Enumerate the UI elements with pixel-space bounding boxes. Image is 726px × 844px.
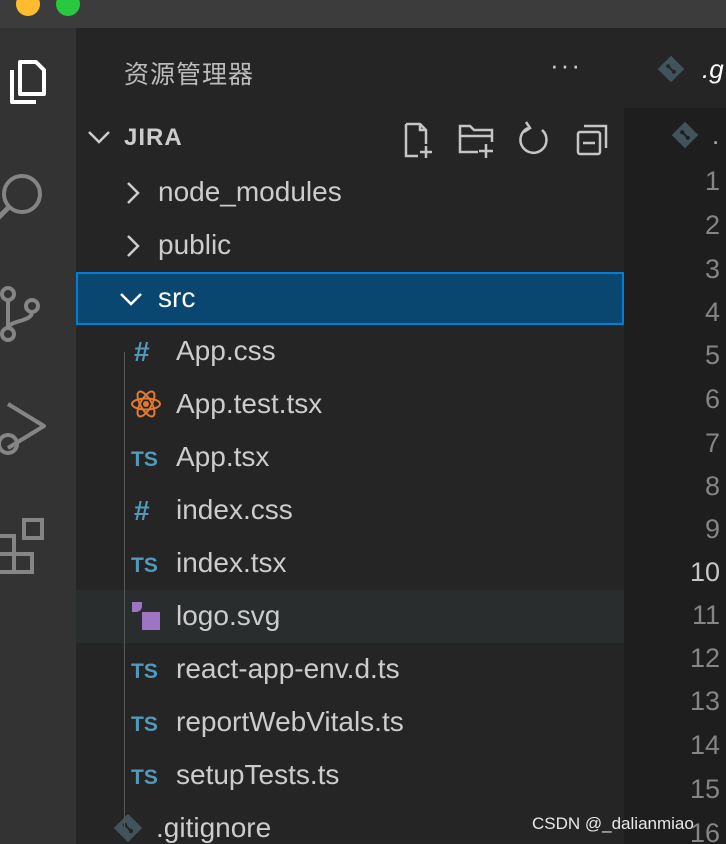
tree-item-react-app-env-d-ts[interactable]: TS react-app-env.d.ts [76,643,624,696]
indent-guide [124,352,125,828]
explorer-title: 资源管理器 [124,61,255,89]
tree-item-setup-tests-ts[interactable]: TS setupTests.ts [76,749,624,802]
svg-text:#: # [134,495,150,526]
new-folder-icon[interactable] [456,120,496,160]
tree-item-src[interactable]: src [76,272,624,325]
workspace-section-header[interactable]: JIRA [76,112,624,164]
chevron-right-icon [122,233,144,264]
tree-item-label: setupTests.ts [176,759,340,790]
tree-item-label: App.test.tsx [176,388,323,419]
tree-item-logo-svg[interactable]: logo.svg [76,590,624,643]
tree-item-label: App.css [176,335,276,366]
line-number-active: 10 [689,557,720,587]
react-file-icon [130,388,162,420]
tree-item-index-tsx[interactable]: TS index.tsx [76,537,624,590]
line-number: 5 [704,340,720,370]
tree-item-label: .gitignore [156,812,272,843]
line-number: 16 [689,818,720,844]
collapse-all-icon[interactable] [572,120,612,160]
chevron-right-icon [122,180,144,211]
source-control-icon[interactable] [0,280,64,344]
line-number: 8 [704,471,720,501]
title-bar [0,0,726,28]
typescript-file-icon: TS [130,441,162,473]
line-number: 3 [704,254,720,284]
typescript-file-icon: TS [130,547,162,579]
editor-area: .g . 1 2 3 4 5 6 7 8 9 10 11 12 13 14 15… [624,28,726,844]
svg-text:TS: TS [131,713,158,736]
editor-tab-strip: .g [624,28,726,108]
more-actions-button[interactable]: ··· [550,50,582,81]
tree-item-index-css[interactable]: # index.css [76,484,624,537]
line-number: 12 [689,643,720,673]
refresh-icon[interactable] [514,120,554,160]
svg-file-icon [130,600,162,632]
line-number: 9 [704,514,720,544]
chevron-down-icon [86,124,112,155]
css-file-icon: # [130,494,162,526]
breadcrumb[interactable]: . [712,120,719,151]
line-number: 1 [704,166,720,196]
git-file-icon [656,54,686,84]
line-number: 7 [704,428,720,458]
tree-item-label: index.css [176,494,293,525]
explorer-header: 资源管理器 ··· [76,28,624,112]
tree-item-app-css[interactable]: # App.css [76,325,624,378]
line-number: 6 [704,384,720,414]
typescript-file-icon: TS [130,759,162,791]
svg-text:TS: TS [131,448,158,471]
line-number: 2 [704,210,720,240]
tree-item-label: react-app-env.d.ts [176,653,400,684]
watermark: CSDN @_dalianmiao [532,814,694,833]
run-debug-icon[interactable] [0,394,64,458]
tree-item-label: logo.svg [176,600,281,631]
svg-text:#: # [134,336,150,367]
tree-item-label: public [158,229,232,260]
git-file-icon [112,812,144,844]
line-number: 11 [691,600,720,630]
tree-item-report-web-vitals-ts[interactable]: TS reportWebVitals.ts [76,696,624,749]
extensions-icon[interactable] [0,512,64,576]
git-file-icon [670,120,700,150]
typescript-file-icon: TS [130,653,162,685]
tree-item-app-test-tsx[interactable]: App.test.tsx [76,378,624,431]
line-number: 13 [689,686,720,716]
svg-text:TS: TS [131,660,158,683]
tree-item-public[interactable]: public [76,219,624,272]
css-file-icon: # [130,335,162,367]
tree-item-node-modules[interactable]: node_modules [76,166,624,219]
line-number: 14 [689,730,720,760]
explorer-sidebar: 资源管理器 ··· JIRA node_modules public src #… [76,28,624,844]
tree-item-label: App.tsx [176,441,270,472]
tree-item-label: reportWebVitals.ts [176,706,404,737]
line-number: 4 [704,297,720,327]
chevron-down-icon [118,286,144,317]
explorer-files-icon[interactable] [0,48,64,112]
new-file-icon[interactable] [398,120,438,160]
activity-bar [0,28,76,844]
workspace-title: JIRA [124,124,183,151]
svg-text:TS: TS [131,554,158,577]
tree-item-app-tsx[interactable]: TS App.tsx [76,431,624,484]
minimize-window-button[interactable] [16,0,40,16]
search-icon[interactable] [0,164,64,228]
typescript-file-icon: TS [130,706,162,738]
maximize-window-button[interactable] [56,0,80,16]
line-number: 15 [689,774,720,804]
editor-tab-label[interactable]: .g [702,54,724,85]
tree-item-label: index.tsx [176,547,287,578]
tree-item-label: node_modules [158,176,342,207]
tree-item-label: src [158,282,196,313]
svg-text:TS: TS [131,766,158,789]
